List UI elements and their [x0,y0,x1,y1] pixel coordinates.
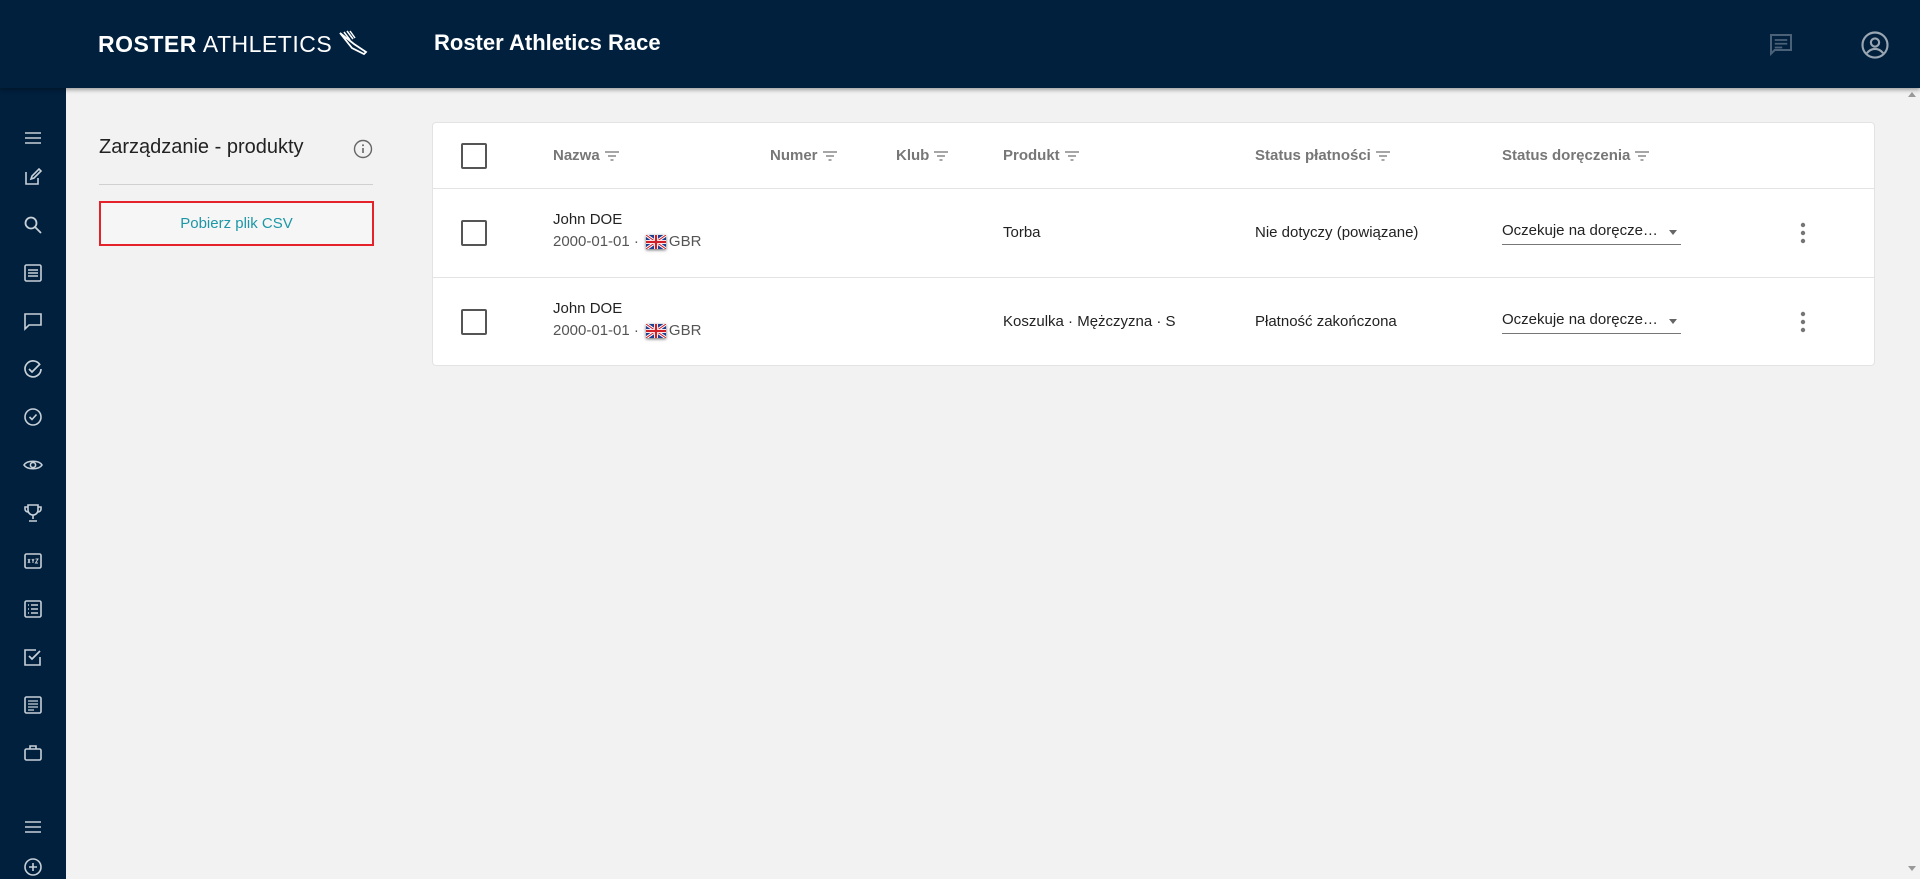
column-header-label: Status płatności [1255,147,1371,164]
column-header-name[interactable]: Nazwa [553,147,620,164]
chat-icon[interactable] [1764,28,1798,62]
search-icon[interactable] [20,212,46,238]
athlete-name[interactable]: John DOE [553,300,701,317]
column-header-club[interactable]: Klub [896,147,949,164]
more-actions-icon[interactable] [1791,305,1815,339]
chat-icon[interactable] [20,308,46,334]
select-all-checkbox[interactable] [461,143,487,169]
winged-shoe-icon [339,30,368,56]
page-title: Zarządzanie - produkty [99,136,304,158]
column-header-label: Klub [896,147,930,164]
check-circle-icon[interactable] [20,404,46,430]
country-code: GBR [668,233,702,250]
products-table: Nazwa Numer Klub Produkt Status płatnośc… [432,122,1875,366]
logo-text-light: ATHLETICS [202,30,333,57]
menu-icon[interactable] [20,125,46,151]
name-cell: John DOE 2000-01-01 · GBR [553,211,701,250]
dropdown-arrow-icon [1669,319,1677,324]
edit-icon[interactable] [20,164,46,190]
scroll-down-arrow[interactable] [1908,866,1916,871]
birth-date: 2000-01-01 · [553,322,639,339]
download-csv-button[interactable]: Pobierz plik CSV [99,201,374,246]
filter-icon[interactable] [604,150,620,162]
delivery-status-select[interactable]: Oczekuje na doręczenie [1502,219,1681,245]
table-row: John DOE 2000-01-01 · GBR Torba Nie doty… [433,189,1874,278]
column-header-label: Produkt [1003,147,1060,164]
dropdown-arrow-icon [1669,230,1677,235]
sidebar [0,88,66,879]
column-header-number[interactable]: Numer [770,147,838,164]
country-code: GBR [668,322,702,339]
add-circle-icon[interactable] [20,854,46,879]
checkbox-icon[interactable] [20,644,46,670]
list-icon[interactable] [20,260,46,286]
column-header-product[interactable]: Produkt [1003,147,1080,164]
payment-status-cell: Nie dotyczy (powiązane) [1255,224,1419,241]
eye-icon[interactable] [20,452,46,478]
info-icon[interactable] [352,138,374,160]
filter-icon[interactable] [822,150,838,162]
app-title: Roster Athletics Race [434,30,661,55]
xyz-icon[interactable] [20,548,46,574]
table-header-row: Nazwa Numer Klub Produkt Status płatnośc… [433,123,1874,189]
trophy-icon[interactable] [20,500,46,526]
athlete-name[interactable]: John DOE [553,211,701,228]
product-cell: Torba [1003,224,1041,241]
delivery-status-value: Oczekuje na doręczenie [1502,311,1662,328]
column-header-payment-status[interactable]: Status płatności [1255,147,1391,164]
menu-icon[interactable] [20,814,46,840]
birth-date: 2000-01-01 · [553,233,639,250]
top-bar: ROSTER ATHLETICS Roster Athletics Race [0,0,1920,88]
list-alt-icon[interactable] [20,596,46,622]
delivery-status-value: Oczekuje na doręczenie [1502,222,1662,239]
product-cell: Koszulka · Mężczyzna · S [1003,313,1176,330]
delivery-status-select[interactable]: Oczekuje na doręczenie [1502,308,1681,334]
column-header-label: Nazwa [553,147,600,164]
payment-status-cell: Płatność zakończona [1255,313,1397,330]
check-circle-icon[interactable] [20,356,46,382]
filter-icon[interactable] [933,150,949,162]
column-header-label: Numer [770,147,818,164]
uk-flag-icon [645,234,666,249]
athlete-details: 2000-01-01 · GBR [553,233,701,250]
column-header-delivery-status[interactable]: Status doręczenia [1502,147,1650,164]
logo[interactable]: ROSTER ATHLETICS [98,28,368,60]
more-actions-icon[interactable] [1791,216,1815,250]
column-header-label: Status doręczenia [1502,147,1631,164]
logo-text-bold: ROSTER [98,30,197,57]
table-row: John DOE 2000-01-01 · GBR Koszulka · Męż… [433,278,1874,366]
account-circle-icon[interactable] [1858,28,1892,62]
notes-icon[interactable] [20,692,46,718]
row-checkbox[interactable] [461,220,487,246]
athlete-details: 2000-01-01 · GBR [553,322,701,339]
briefcase-icon[interactable] [20,740,46,766]
scroll-up-arrow[interactable] [1908,92,1916,97]
filter-icon[interactable] [1375,150,1391,162]
divider [99,184,373,185]
row-checkbox[interactable] [461,309,487,335]
filter-icon[interactable] [1064,150,1080,162]
filter-icon[interactable] [1634,150,1650,162]
name-cell: John DOE 2000-01-01 · GBR [553,300,701,339]
uk-flag-icon [645,323,666,338]
